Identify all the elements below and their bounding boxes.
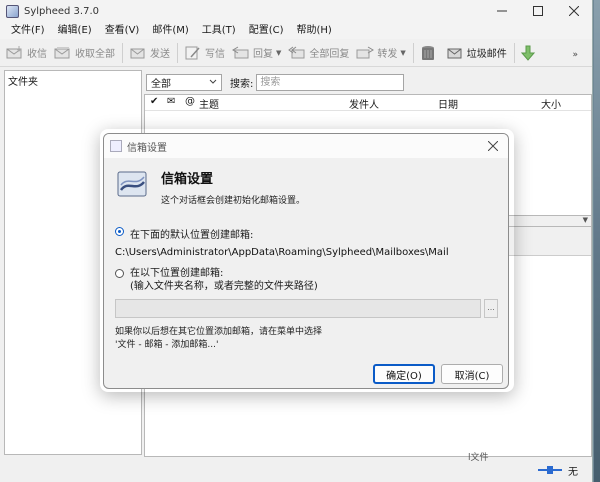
mailbox-setup-dialog: 信箱设置 信箱设置 这个对话框会创建初始化邮箱设置。 在下面的默认位置创建邮箱:… — [103, 133, 509, 389]
forward-dropdown-icon[interactable]: ▼ — [400, 49, 405, 57]
note-line-2: '文件 - 邮箱 - 添加邮箱...' — [115, 340, 219, 350]
compose-label: 写信 — [205, 49, 225, 60]
menu-help[interactable]: 帮助(H) — [290, 22, 338, 39]
toolbar-separator — [122, 42, 123, 63]
trash-icon — [421, 45, 434, 60]
reply-all-label: 全部回复 — [309, 49, 350, 60]
forward-button[interactable]: 转发 ▼ — [356, 45, 406, 61]
receive-button[interactable]: 收信 — [6, 45, 47, 61]
option-custom-label: 在以下位置创建邮箱: — [130, 268, 224, 279]
receive-mail-icon — [6, 45, 22, 58]
online-switch-icon[interactable] — [538, 464, 562, 476]
menu-configuration[interactable]: 配置(C) — [242, 22, 290, 39]
search-label: 搜索: — [230, 78, 254, 90]
status-bar: l文件 无 — [0, 453, 592, 482]
ok-button[interactable]: 确定(O) — [373, 364, 435, 384]
column-subject[interactable]: 主题 — [199, 96, 219, 111]
online-status-text: 无 — [568, 467, 578, 478]
receive-all-label: 收取全部 — [75, 49, 115, 60]
filter-selected-value: 全部 — [151, 78, 171, 90]
junk-button[interactable]: 垃圾邮件 — [446, 45, 507, 61]
browse-button[interactable]: ... — [484, 299, 498, 318]
desktop-background-right — [594, 0, 600, 482]
reply-dropdown-icon[interactable]: ▼ — [276, 49, 281, 57]
column-attachment[interactable]: @ — [185, 96, 195, 107]
send-button[interactable]: 发送 — [129, 45, 170, 61]
dialog-heading: 信箱设置 — [161, 172, 214, 187]
menu-bar: 文件(F) 编辑(E) 查看(V) 邮件(M) 工具(T) 配置(C) 帮助(H… — [0, 22, 592, 39]
filter-bar: 全部 搜索: — [144, 70, 592, 94]
dialog-note: 如果你以后想在其它位置添加邮箱，请在菜单中选择 '文件 - 邮箱 - 添加邮箱.… — [115, 326, 322, 352]
compose-icon — [185, 46, 200, 59]
reply-icon — [232, 46, 249, 58]
search-input[interactable] — [256, 73, 405, 91]
cancel-button[interactable]: 取消(C) — [441, 364, 503, 384]
reply-all-button[interactable]: 全部回复 — [288, 45, 349, 61]
default-mailbox-path: C:\Users\Administrator\AppData\Roaming\S… — [115, 247, 449, 258]
forward-icon — [356, 46, 375, 58]
menu-message[interactable]: 邮件(M) — [145, 22, 194, 39]
compose-button[interactable]: 写信 — [184, 45, 225, 61]
column-from[interactable]: 发件人 — [349, 96, 379, 111]
message-list-header: ✔ ✉ @ 主题 发件人 日期 大小 — [145, 95, 591, 111]
toolbar-overflow-button[interactable]: » — [572, 50, 578, 60]
filter-select[interactable]: 全部 — [146, 73, 222, 91]
delete-button[interactable] — [420, 44, 439, 62]
menu-edit[interactable]: 编辑(E) — [51, 22, 98, 39]
forward-label: 转发 — [377, 49, 398, 60]
window-title: Sylpheed 3.7.0 — [24, 5, 100, 17]
minimize-icon — [497, 10, 507, 12]
dialog-title: 信箱设置 — [127, 142, 167, 154]
folder-pane-header: 文件夹 — [8, 77, 38, 88]
column-size[interactable]: 大小 — [541, 96, 561, 111]
dialog-titlebar: 信箱设置 — [104, 134, 508, 158]
radio-custom-location[interactable] — [115, 269, 124, 278]
chevron-down-icon — [209, 79, 217, 84]
dialog-close-icon[interactable] — [488, 141, 498, 151]
radio-default-location[interactable] — [115, 227, 124, 236]
option-custom-hint: (输入文件夹名称，或者完整的文件夹路径) — [130, 281, 318, 292]
minimize-button[interactable] — [484, 0, 520, 22]
option-custom-location[interactable]: 在以下位置创建邮箱: (输入文件夹名称，或者完整的文件夹路径) — [115, 268, 318, 293]
maximize-button[interactable] — [520, 0, 556, 22]
dialog-description: 这个对话框会创建初始化邮箱设置。 — [161, 196, 306, 206]
dialog-window-icon — [110, 140, 122, 152]
column-mark[interactable]: ✔ — [150, 96, 158, 107]
receive-all-icon — [54, 46, 70, 58]
custom-path-input[interactable] — [115, 299, 481, 318]
column-unread[interactable]: ✉ — [167, 96, 175, 107]
toolbar-separator — [412, 42, 414, 63]
mailbox-icon — [117, 171, 147, 197]
scroll-down-icon[interactable]: ▼ — [583, 216, 588, 224]
close-button[interactable] — [556, 0, 592, 22]
reply-button[interactable]: 回复 ▼ — [232, 45, 281, 61]
option-default-label: 在下面的默认位置创建邮箱: — [130, 230, 254, 241]
send-mail-icon — [130, 48, 145, 58]
receive-label: 收信 — [27, 49, 47, 60]
column-date[interactable]: 日期 — [438, 96, 458, 111]
down-arrow-icon — [520, 45, 535, 61]
reply-label: 回复 — [253, 49, 273, 60]
maximize-icon — [533, 6, 543, 16]
menu-view[interactable]: 查看(V) — [98, 22, 146, 39]
junk-mail-icon — [447, 48, 462, 58]
junk-label: 垃圾邮件 — [466, 49, 507, 60]
receive-all-button[interactable]: 收取全部 — [54, 45, 115, 61]
send-label: 发送 — [150, 49, 170, 60]
main-titlebar: Sylpheed 3.7.0 — [0, 0, 592, 22]
menu-tools[interactable]: 工具(T) — [195, 22, 242, 39]
main-toolbar: 收信 收取全部 发送 写信 回复 ▼ 全部回复 转发 ▼ 垃圾邮件 — [0, 39, 592, 67]
next-unread-button[interactable] — [520, 45, 538, 61]
menu-file[interactable]: 文件(F) — [4, 22, 51, 39]
reply-all-icon — [288, 46, 305, 58]
status-partial-text: l文件 — [468, 453, 489, 463]
close-icon — [569, 6, 579, 16]
toolbar-separator — [513, 42, 515, 63]
note-line-1: 如果你以后想在其它位置添加邮箱，请在菜单中选择 — [115, 327, 323, 337]
option-default-location[interactable]: 在下面的默认位置创建邮箱: — [115, 226, 253, 241]
sylpheed-app-icon — [6, 4, 19, 18]
dialog-header: 信箱设置 这个对话框会创建初始化邮箱设置。 — [116, 166, 496, 211]
toolbar-separator — [177, 42, 178, 63]
